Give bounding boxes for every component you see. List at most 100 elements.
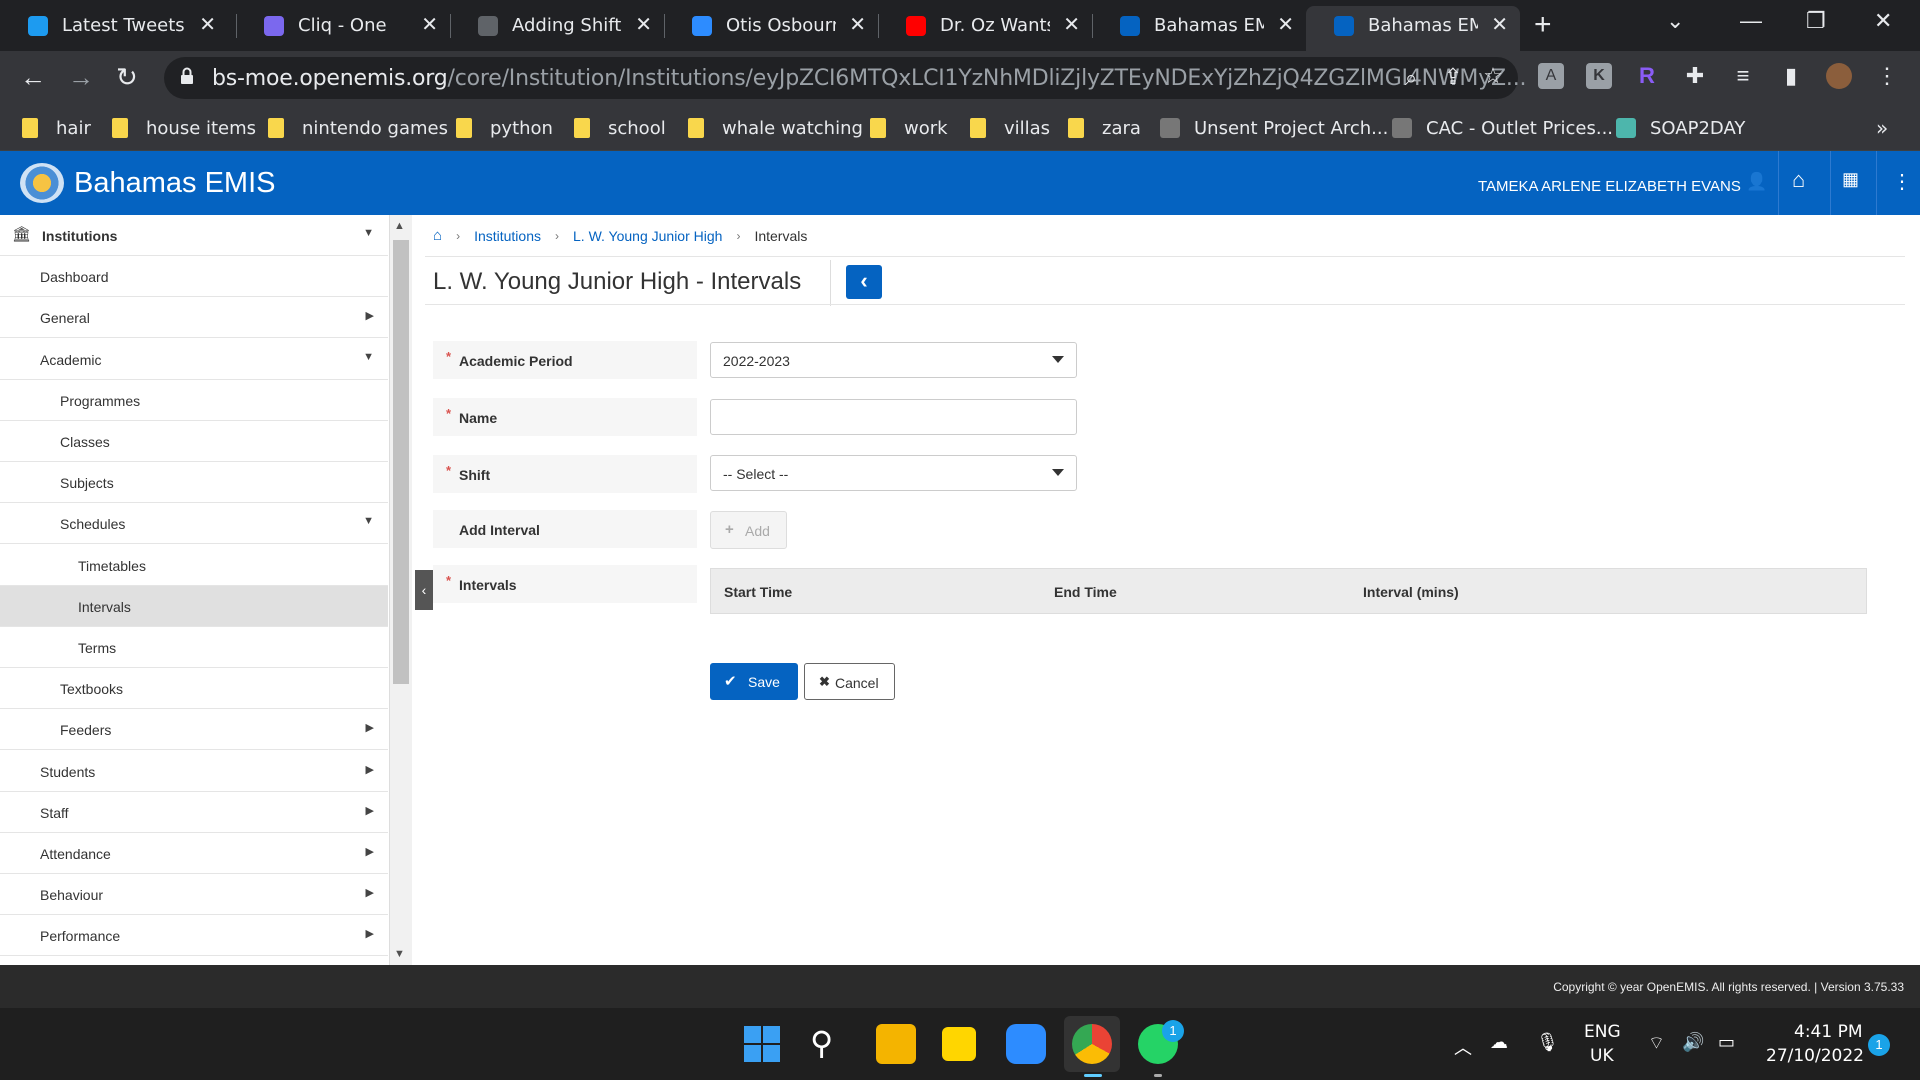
wifi-icon[interactable]: ⌔ bbox=[1648, 1032, 1665, 1055]
sidebar-item-timetables[interactable]: Timetables bbox=[0, 545, 388, 586]
tab-close-icon[interactable]: ✕ bbox=[199, 12, 216, 36]
sidebar-item-schedules[interactable]: Schedules ▼ bbox=[0, 503, 388, 545]
bookmark-item[interactable]: work bbox=[870, 115, 948, 141]
language-indicator[interactable]: ENG bbox=[1584, 1022, 1621, 1042]
app-name[interactable]: Bahamas EMIS bbox=[74, 167, 275, 200]
academic-period-select[interactable]: 2022-2023 bbox=[710, 342, 1077, 378]
profile-avatar[interactable] bbox=[1826, 63, 1852, 89]
browser-tab[interactable]: Otis Osbourne ✕ bbox=[664, 6, 878, 45]
close-window-icon[interactable]: ✕ bbox=[1874, 8, 1892, 34]
bookmark-item[interactable]: nintendo games bbox=[268, 115, 448, 141]
reading-list-icon[interactable]: ≡ bbox=[1730, 63, 1756, 89]
bookmark-item[interactable]: hair bbox=[22, 115, 91, 141]
back-button[interactable]: ‹ bbox=[846, 265, 882, 299]
address-bar[interactable]: bs-moe.openemis.org/core/Institution/Ins… bbox=[164, 57, 1526, 99]
notification-badge[interactable]: 1 bbox=[1868, 1034, 1890, 1056]
tab-close-icon[interactable]: ✕ bbox=[1491, 12, 1508, 36]
browser-tab[interactable]: Bahamas EMIS ✕ bbox=[1092, 6, 1306, 45]
breadcrumb-home-icon[interactable]: ⌂ bbox=[433, 227, 442, 244]
sidebar-scroll-thumb[interactable] bbox=[393, 240, 409, 684]
sticky-notes-icon[interactable] bbox=[942, 1027, 976, 1061]
name-input[interactable] bbox=[710, 399, 1077, 435]
onedrive-cloud-icon[interactable]: ☁ bbox=[1490, 1032, 1508, 1053]
tab-close-icon[interactable]: ✕ bbox=[849, 12, 866, 36]
sidebar-item-behaviour[interactable]: Behaviour ▶ bbox=[0, 874, 388, 916]
browser-menu-icon[interactable]: ⋮ bbox=[1874, 63, 1900, 89]
cancel-button[interactable]: ✖ Cancel bbox=[804, 663, 895, 700]
sidebar-item-textbooks[interactable]: Textbooks bbox=[0, 668, 388, 710]
add-interval-button[interactable]: + Add bbox=[710, 511, 787, 549]
sidebar-item-staff[interactable]: Staff ▶ bbox=[0, 792, 388, 833]
chevron-up-icon[interactable]: ︿ bbox=[1454, 1034, 1472, 1060]
apps-grid-icon[interactable]: ▦ bbox=[1842, 169, 1859, 190]
breadcrumb-institutions[interactable]: Institutions bbox=[474, 228, 541, 244]
user-name[interactable]: TAMEKA ARLENE ELIZABETH EVANS bbox=[1478, 178, 1741, 195]
new-tab-button[interactable]: + bbox=[1534, 8, 1552, 42]
sidebar-collapse-button[interactable]: ‹ bbox=[415, 570, 433, 610]
restore-icon[interactable]: ❐ bbox=[1806, 8, 1826, 34]
share-icon[interactable]: ⇪ bbox=[1440, 64, 1466, 90]
sidebar-item-general[interactable]: General ▶ bbox=[0, 297, 388, 339]
extensions-puzzle-icon[interactable]: ✚ bbox=[1682, 63, 1708, 89]
browser-tab[interactable]: Dr. Oz Wants L ✕ bbox=[878, 6, 1092, 45]
tab-search-icon[interactable]: ⌄ bbox=[1666, 8, 1684, 34]
browser-tab[interactable]: Bahamas EMIS ✕ bbox=[1306, 6, 1520, 51]
scroll-up-arrow-icon[interactable]: ▲ bbox=[394, 220, 405, 232]
sidebar-item-subjects[interactable]: Subjects bbox=[0, 462, 388, 504]
bookmark-item[interactable]: python bbox=[456, 115, 553, 141]
sidebar-item-classes[interactable]: Classes bbox=[0, 421, 388, 462]
bookmark-star-icon[interactable]: ☆ bbox=[1480, 63, 1506, 89]
bookmarks-overflow-button[interactable]: » bbox=[1876, 115, 1888, 141]
windows-start-icon[interactable] bbox=[744, 1026, 780, 1062]
bookmark-item[interactable]: house items bbox=[112, 115, 256, 141]
zoom-icon[interactable]: ⌕ bbox=[1398, 65, 1424, 91]
extension-a-icon[interactable]: A bbox=[1538, 63, 1564, 89]
bookmark-item[interactable]: school bbox=[574, 115, 666, 141]
more-menu-icon[interactable]: ⋮ bbox=[1892, 169, 1912, 194]
sidebar-item-terms[interactable]: Terms bbox=[0, 627, 388, 668]
user-icon[interactable]: 👤 bbox=[1746, 172, 1767, 192]
shift-select[interactable]: -- Select -- bbox=[710, 455, 1077, 491]
sidebar-item-dashboard[interactable]: Dashboard bbox=[0, 256, 388, 298]
save-button[interactable]: ✔ Save bbox=[710, 663, 798, 700]
clock-date[interactable]: 27/10/2022 bbox=[1766, 1046, 1864, 1066]
tab-close-icon[interactable]: ✕ bbox=[421, 12, 438, 36]
reload-icon[interactable]: ↻ bbox=[116, 62, 138, 93]
sidebar-item-attendance[interactable]: Attendance ▶ bbox=[0, 833, 388, 874]
region-indicator[interactable]: UK bbox=[1590, 1046, 1614, 1066]
bookmark-item[interactable]: CAC - Outlet Prices... bbox=[1392, 115, 1613, 141]
tab-close-icon[interactable]: ✕ bbox=[635, 12, 652, 36]
extension-k-icon[interactable]: K bbox=[1586, 63, 1612, 89]
clock-time[interactable]: 4:41 PM bbox=[1794, 1022, 1863, 1042]
sidebar-item-feeders[interactable]: Feeders ▶ bbox=[0, 709, 388, 751]
sidebar-item-performance[interactable]: Performance ▶ bbox=[0, 915, 388, 957]
file-explorer-icon[interactable] bbox=[876, 1024, 916, 1064]
bookmark-item[interactable]: villas bbox=[970, 115, 1050, 141]
sidebar-item-programmes[interactable]: Programmes bbox=[0, 380, 388, 421]
battery-icon[interactable]: ▭ bbox=[1718, 1032, 1735, 1053]
bookmark-item[interactable]: zara bbox=[1068, 115, 1141, 141]
scroll-down-arrow-icon[interactable]: ▼ bbox=[394, 948, 405, 960]
chrome-icon[interactable] bbox=[1072, 1024, 1112, 1064]
home-icon[interactable]: ⌂ bbox=[1792, 167, 1805, 193]
bookmark-item[interactable]: Unsent Project Arch... bbox=[1160, 115, 1388, 141]
volume-icon[interactable]: 🔊 bbox=[1682, 1032, 1704, 1053]
side-panel-icon[interactable]: ▮ bbox=[1778, 63, 1804, 89]
back-icon[interactable]: ← bbox=[20, 62, 46, 93]
bookmark-item[interactable]: whale watching bbox=[688, 115, 863, 141]
search-icon[interactable]: ⚲ bbox=[810, 1024, 833, 1062]
browser-tab[interactable]: Adding Shifts ✕ bbox=[450, 6, 664, 45]
minimize-icon[interactable]: — bbox=[1740, 8, 1762, 34]
sidebar-item-institutions[interactable]: 🏛 Institutions ▼ bbox=[0, 215, 388, 256]
browser-tab[interactable]: Latest Tweets / ✕ bbox=[0, 6, 228, 45]
bookmark-item[interactable]: SOAP2DAY bbox=[1616, 115, 1745, 141]
sidebar-item-students[interactable]: Students ▶ bbox=[0, 751, 388, 792]
tab-close-icon[interactable]: ✕ bbox=[1277, 12, 1294, 36]
browser-tab[interactable]: Cliq - One ✕ bbox=[236, 6, 450, 45]
tab-close-icon[interactable]: ✕ bbox=[1063, 12, 1080, 36]
zoom-app-icon[interactable] bbox=[1006, 1024, 1046, 1064]
extension-r-icon[interactable]: R bbox=[1634, 63, 1660, 89]
forward-icon[interactable]: → bbox=[68, 62, 94, 93]
breadcrumb-institution-name[interactable]: L. W. Young Junior High bbox=[573, 228, 722, 244]
sidebar-item-intervals[interactable]: Intervals bbox=[0, 585, 388, 627]
